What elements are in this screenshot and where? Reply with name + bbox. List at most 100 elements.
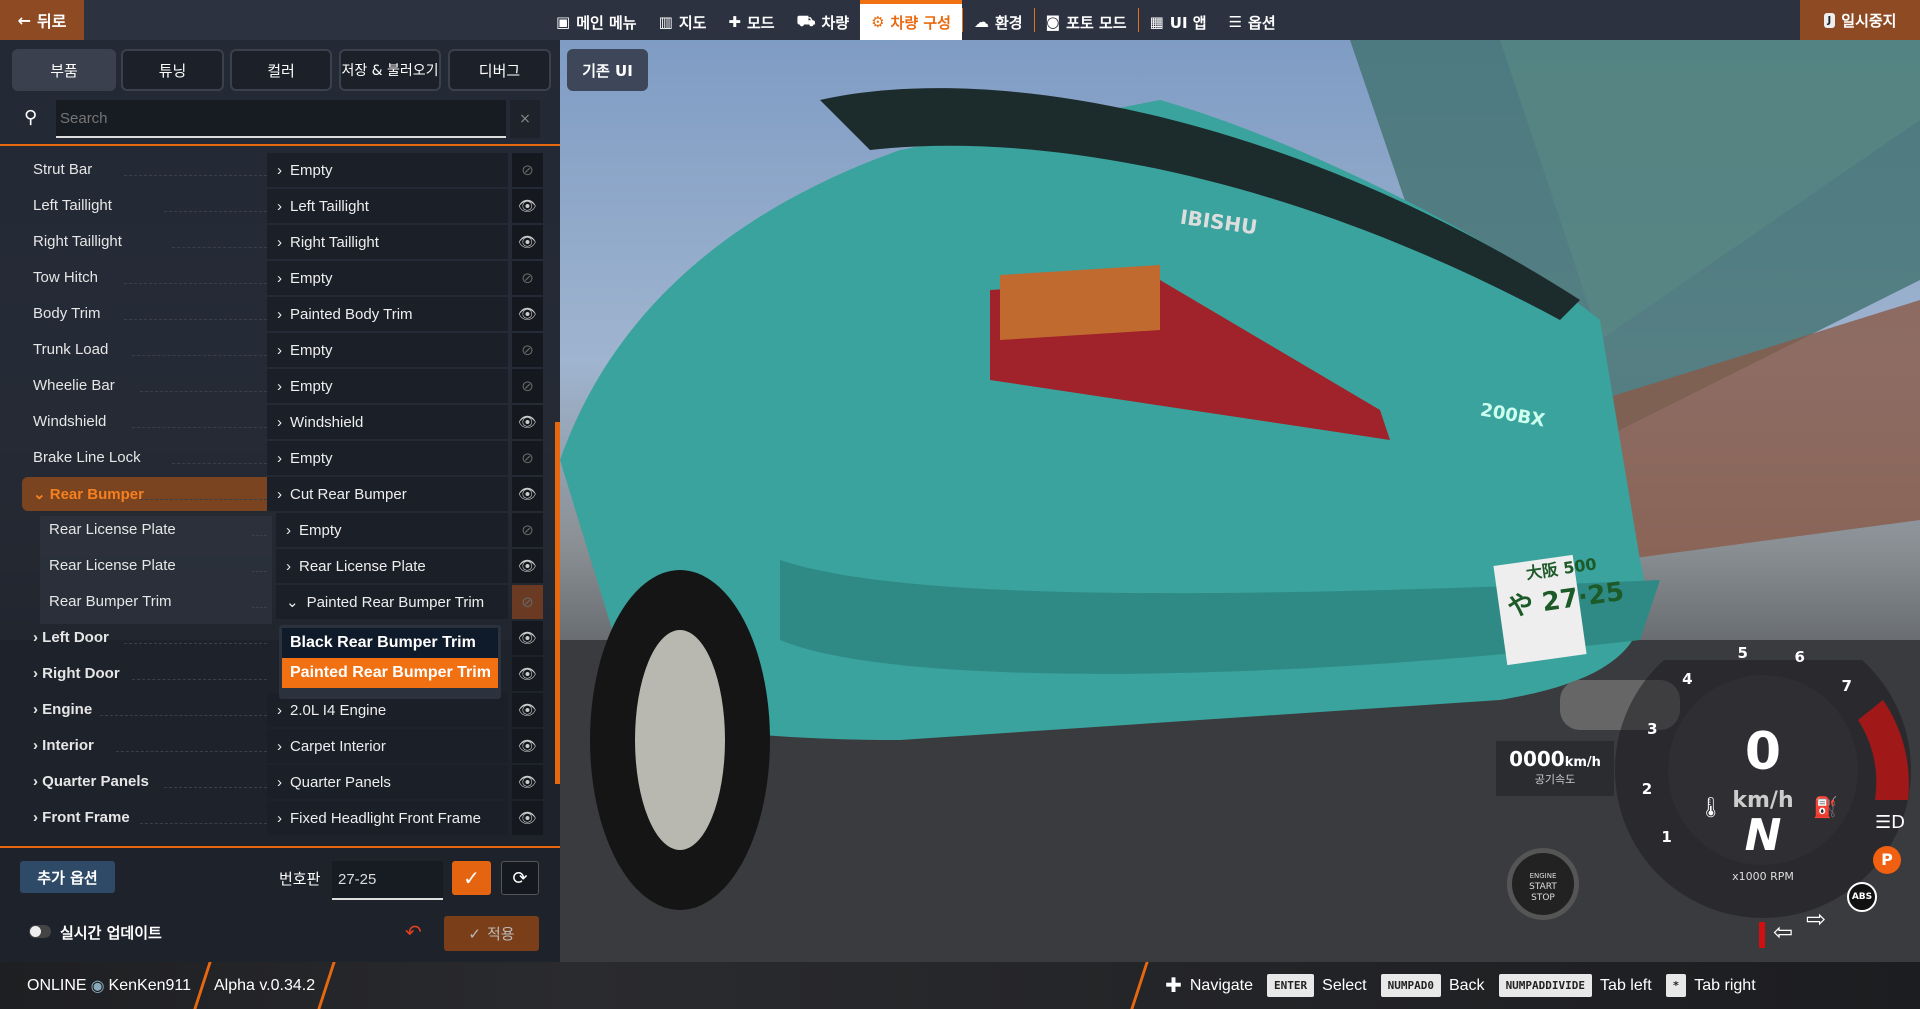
dropdown-option[interactable]: Painted Rear Bumper Trim <box>282 658 498 688</box>
eye-icon[interactable]: 👁 <box>512 693 543 727</box>
part-select[interactable]: › Empty <box>267 333 508 367</box>
search-input[interactable] <box>56 100 506 138</box>
realtime-update-toggle[interactable] <box>29 925 51 938</box>
eye-off-icon[interactable]: ⊘ <box>512 585 543 619</box>
part-select[interactable]: › Left Taillight <box>267 189 508 223</box>
part-value: Left Taillight <box>290 197 369 215</box>
part-value: Rear License Plate <box>299 557 426 575</box>
part-row[interactable]: Brake Line Lock › Empty ⊘ <box>22 441 547 475</box>
part-select[interactable]: › Windshield <box>267 405 508 439</box>
part-row[interactable]: Body Trim › Painted Body Trim 👁 <box>22 297 547 331</box>
part-row[interactable]: › Front Frame › Fixed Headlight Front Fram… <box>22 801 547 835</box>
apply-button[interactable]: ✓ 적용 <box>444 916 539 951</box>
chevron-right-icon: › <box>277 701 282 719</box>
part-select[interactable]: › Right Taillight <box>267 225 508 259</box>
part-select[interactable]: › Empty <box>276 513 508 547</box>
part-select[interactable]: › Empty <box>267 153 508 187</box>
eye-off-icon[interactable]: ⊘ <box>512 513 543 547</box>
part-select[interactable]: › Quarter Panels <box>267 765 508 799</box>
part-select[interactable]: › Carpet Interior <box>267 729 508 763</box>
eye-off-icon[interactable]: ⊘ <box>512 369 543 403</box>
engine-start-stop-button[interactable]: ENGINE START STOP <box>1507 848 1579 920</box>
scrollbar[interactable] <box>555 422 560 784</box>
eye-icon[interactable]: 👁 <box>512 477 543 511</box>
tab-parts[interactable]: 부품 <box>12 49 116 91</box>
part-select[interactable]: › Empty <box>267 441 508 475</box>
part-select[interactable]: › Cut Rear Bumper <box>267 477 508 511</box>
chevron-right-icon: › <box>33 809 43 826</box>
eye-icon[interactable]: 👁 <box>512 189 543 223</box>
nav-sliders[interactable]: ☰ 옵션 <box>1218 0 1287 40</box>
eye-off-icon[interactable]: ⊘ <box>512 441 543 475</box>
eye-icon[interactable]: 👁 <box>512 621 543 655</box>
nav-label: 환경 <box>994 13 1023 32</box>
back-button[interactable]: ← 뒤로 <box>0 0 84 40</box>
nav-weather[interactable]: ☁ 환경 <box>963 0 1034 40</box>
nav-car[interactable]: ⛟ 차량 <box>786 0 860 40</box>
eye-icon[interactable]: 👁 <box>512 765 543 799</box>
random-plate-button[interactable]: ⟳ <box>501 861 539 895</box>
hint-label: Navigate <box>1189 976 1254 994</box>
part-row[interactable]: Rear Bumper Trim ⌄ Painted Rear Bumper Tri… <box>22 585 547 619</box>
tab-debug[interactable]: 디버그 <box>448 49 551 91</box>
clear-search-button[interactable]: × <box>510 100 540 138</box>
extra-options-button[interactable]: 추가 옵션 <box>20 861 115 893</box>
slot-name: Rear License Plate <box>49 521 176 538</box>
pause-button[interactable]: J 일시중지 <box>1800 0 1920 40</box>
nav-camera[interactable]: ◙ 포토 모드 <box>1035 0 1138 40</box>
part-slot-label: › Front Frame <box>33 809 130 826</box>
part-row[interactable]: Tow Hitch › Empty ⊘ <box>22 261 547 295</box>
part-select[interactable]: › Empty <box>267 369 508 403</box>
part-row[interactable]: Strut Bar › Empty ⊘ <box>22 153 547 187</box>
eye-icon[interactable]: 👁 <box>512 729 543 763</box>
part-slot-label: Wheelie Bar <box>33 377 115 394</box>
part-row[interactable]: › Quarter Panels › Quarter Panels 👁 <box>22 765 547 799</box>
parking-brake-icon: P <box>1873 846 1901 874</box>
part-row[interactable]: Windshield › Windshield 👁 <box>22 405 547 439</box>
confirm-plate-button[interactable]: ✓ <box>452 861 491 895</box>
part-row[interactable]: › Interior › Carpet Interior 👁 <box>22 729 547 763</box>
nav-engine[interactable]: ⚙ 차량 구성 <box>860 0 962 40</box>
nav-ui-apps[interactable]: ▦ UI 앱 <box>1139 0 1218 40</box>
chevron-right-icon: › <box>277 485 282 503</box>
eye-icon[interactable]: 👁 <box>512 549 543 583</box>
legacy-ui-button[interactable]: 기존 UI <box>567 49 648 91</box>
part-slot-label: › Engine <box>33 701 92 718</box>
eye-icon[interactable]: 👁 <box>512 801 543 835</box>
part-slot-label: Tow Hitch <box>33 269 98 286</box>
eye-icon[interactable]: 👁 <box>512 405 543 439</box>
part-row[interactable]: Rear License Plate › Empty ⊘ <box>22 513 547 547</box>
chevron-right-icon: › <box>277 341 282 359</box>
part-row[interactable]: Wheelie Bar › Empty ⊘ <box>22 369 547 403</box>
part-row[interactable]: Trunk Load › Empty ⊘ <box>22 333 547 367</box>
part-select[interactable]: ⌄ Painted Rear Bumper Trim <box>276 585 508 619</box>
eye-icon[interactable]: 👁 <box>512 297 543 331</box>
part-select[interactable]: › Empty <box>267 261 508 295</box>
plate-input[interactable] <box>332 861 443 900</box>
eye-off-icon[interactable]: ⊘ <box>512 333 543 367</box>
part-value: Empty <box>290 341 333 359</box>
nav-puzzle[interactable]: ✚ 모드 <box>717 0 785 40</box>
tab-save-load[interactable]: 저장 & 불러오기 <box>339 49 441 91</box>
nav-label: 모드 <box>747 13 775 32</box>
nav-main-menu[interactable]: ▣ 메인 메뉴 <box>545 0 648 40</box>
eye-icon[interactable]: 👁 <box>512 657 543 691</box>
part-row[interactable]: ⌄ Rear Bumper › Cut Rear Bumper 👁 <box>22 477 547 511</box>
eye-off-icon[interactable]: ⊘ <box>512 153 543 187</box>
slot-name: Strut Bar <box>33 161 93 178</box>
part-select[interactable]: › Painted Body Trim <box>267 297 508 331</box>
part-select[interactable]: › Rear License Plate <box>276 549 508 583</box>
leader-dots <box>124 283 267 284</box>
dropdown-option[interactable]: Black Rear Bumper Trim <box>282 628 498 658</box>
tab-tuning[interactable]: 튜닝 <box>121 49 224 91</box>
part-select[interactable]: › Fixed Headlight Front Frame <box>267 801 508 835</box>
part-row[interactable]: Left Taillight › Left Taillight 👁 <box>22 189 547 223</box>
part-row[interactable]: Right Taillight › Right Taillight 👁 <box>22 225 547 259</box>
tab-color[interactable]: 컬러 <box>230 49 332 91</box>
eye-off-icon[interactable]: ⊘ <box>512 261 543 295</box>
slot-name: Rear Bumper <box>49 486 144 503</box>
undo-icon[interactable]: ↶ <box>405 920 422 944</box>
nav-map[interactable]: ▥ 지도 <box>648 0 718 40</box>
part-row[interactable]: Rear License Plate › Rear License Plate 👁 <box>22 549 547 583</box>
eye-icon[interactable]: 👁 <box>512 225 543 259</box>
